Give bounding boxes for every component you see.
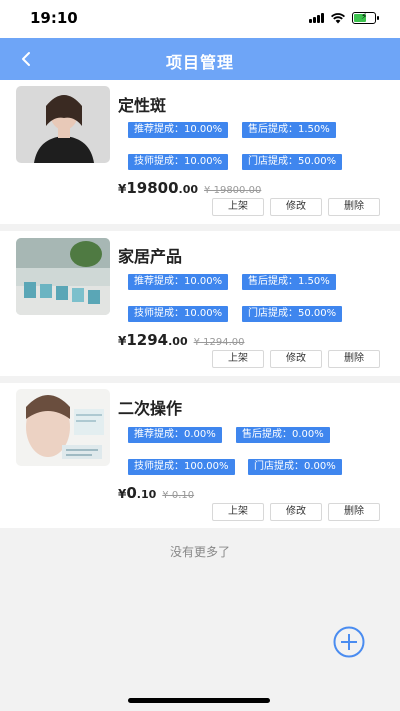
status-icons: ⚡ [309,12,379,24]
original-price: ¥ 19800.00 [204,185,262,196]
tag-recommend: 推荐提成：10.00% [128,274,229,290]
page-title: 项目管理 [165,53,234,72]
original-price: ¥ 1294.00 [193,337,245,348]
edit-button[interactable]: 修改 [270,350,322,368]
edit-button[interactable]: 修改 [270,503,322,521]
tag-after-sale: 售后提成：1.50% [242,274,336,290]
item-title: 定性斑 [118,96,167,115]
delete-button[interactable]: 删除 [328,350,380,368]
item-price: ¥1294.00 ¥ 1294.00 [118,331,245,349]
tag-store: 门店提成：50.00% [242,306,343,322]
item-title: 家居产品 [118,247,183,266]
status-bar: 19:10 ⚡ [0,0,400,38]
no-more-text: 没有更多了 [169,545,230,559]
tag-after-sale: 售后提成：1.50% [242,122,336,138]
tag-technician: 技师提成：10.00% [128,154,229,170]
wifi-icon [330,13,346,24]
tag-after-sale: 售后提成：0.00% [236,427,330,443]
status-time: 19:10 [30,9,78,27]
plus-circle-icon[interactable] [333,626,365,658]
tag-technician: 技师提成：10.00% [128,306,229,322]
list-item[interactable]: 二次操作 推荐提成：0.00% 售后提成：0.00% 技师提成：100.00% … [0,383,400,528]
delete-button[interactable]: 删除 [328,198,380,216]
list-button[interactable]: 上架 [212,503,264,521]
item-thumbnail [16,238,110,315]
item-price: ¥19800.00 ¥ 19800.00 [118,179,262,197]
list-item[interactable]: 定性斑 推荐提成：10.00% 售后提成：1.50% 技师提成：10.00% 门… [0,80,400,224]
list-button[interactable]: 上架 [212,350,264,368]
item-price: ¥0.10 ¥ 0.10 [118,484,195,502]
item-title: 二次操作 [118,399,183,418]
tag-store: 门店提成：50.00% [242,154,343,170]
tag-technician: 技师提成：100.00% [128,459,235,475]
home-indicator [128,698,270,703]
signal-icon [309,13,324,23]
list-button[interactable]: 上架 [212,198,264,216]
nav-bar: 项目管理 [0,38,400,80]
battery-charging-icon: ⚡ [352,12,379,24]
delete-button[interactable]: 删除 [328,503,380,521]
tag-recommend: 推荐提成：0.00% [128,427,222,443]
tag-store: 门店提成：0.00% [248,459,342,475]
list-item[interactable]: 家居产品 推荐提成：10.00% 售后提成：1.50% 技师提成：10.00% … [0,231,400,376]
tag-recommend: 推荐提成：10.00% [128,122,229,138]
item-thumbnail [16,86,110,163]
edit-button[interactable]: 修改 [270,198,322,216]
original-price: ¥ 0.10 [162,490,195,501]
item-thumbnail [16,389,110,466]
